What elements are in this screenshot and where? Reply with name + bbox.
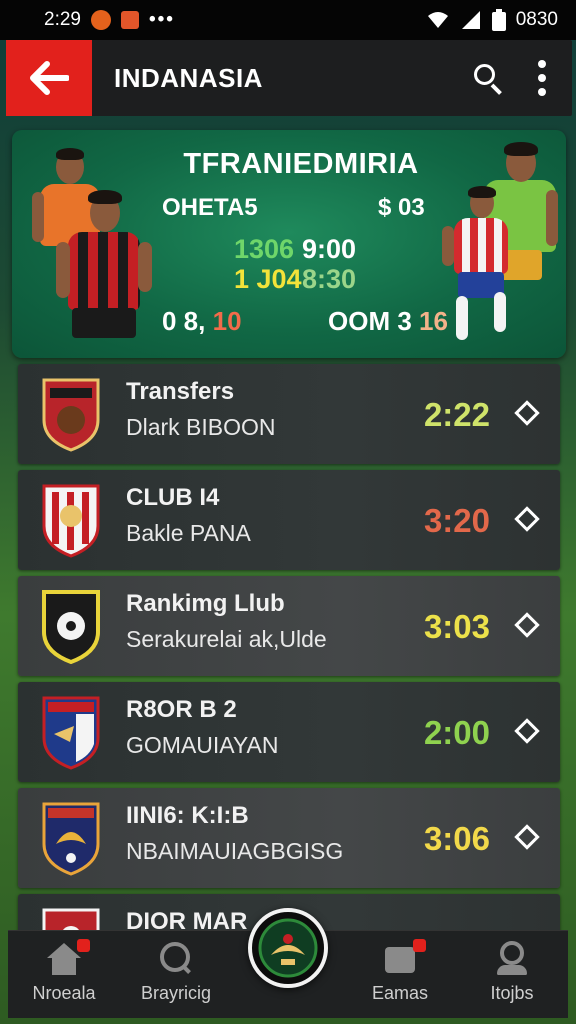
banner-bottom-left: 0 8, 10: [162, 306, 242, 337]
back-button[interactable]: [6, 40, 92, 116]
club-crest-icon: [42, 378, 100, 452]
banner-left-label: OHETA5: [162, 194, 258, 221]
nav-label: Itojbs: [490, 983, 534, 1003]
home-icon: [47, 939, 90, 975]
match-subtitle: Dlark BIBOON: [126, 414, 276, 440]
nav-label: Nroeala: [32, 983, 96, 1003]
club-crest-icon: [42, 590, 100, 664]
match-title: Transfers: [126, 378, 235, 405]
match-card[interactable]: Transfers Dlark BIBOON 2:22: [18, 364, 560, 464]
diamond-icon[interactable]: [514, 824, 540, 850]
club-crest-icon: [42, 802, 100, 876]
nav-label: Brayricig: [140, 983, 211, 1003]
diamond-icon[interactable]: [514, 718, 540, 744]
status-bar: 2:29 ••• 0830: [0, 0, 576, 40]
player-illustration-striped: [54, 190, 154, 358]
match-time: 2:22: [423, 396, 490, 433]
battery-icon: [491, 9, 506, 31]
match-title: IINI6: K:I:B: [126, 802, 249, 829]
match-title: CLUB I4: [126, 484, 220, 511]
match-time: 3:20: [423, 502, 490, 539]
banner-bottom-left-accent: 10: [212, 306, 242, 336]
banner-score-a: 1306: [234, 234, 295, 264]
player-illustration-running: [442, 186, 522, 346]
match-time: 3:03: [423, 608, 490, 645]
banner-bottom-left-main: 0 8,: [162, 306, 206, 336]
diamond-icon[interactable]: [514, 612, 540, 638]
nav-label: Eamas: [371, 983, 429, 1003]
match-time: 2:00: [423, 714, 490, 751]
nav-item-browse[interactable]: Brayricig: [120, 930, 232, 1018]
match-title: R8OR B 2: [126, 696, 237, 723]
club-crest-icon: [42, 484, 100, 558]
match-time: 3:06: [423, 820, 490, 857]
nav-item-games[interactable]: Eamas: [344, 930, 456, 1018]
profile-icon: [495, 941, 529, 975]
center-club-button[interactable]: [248, 908, 328, 988]
banner-right-label: $ 03: [378, 194, 425, 221]
featured-match-banner[interactable]: TFRANIEDMIRIA OHETA5 $ 03 1306 9:00 1 J0…: [12, 130, 566, 358]
diamond-icon[interactable]: [514, 400, 540, 426]
status-clock: 0830: [515, 9, 558, 30]
club-crest-icon: [42, 696, 100, 770]
banner-time-b: 8:30: [302, 264, 357, 294]
banner-bottom-right-main: OOM 3: [328, 306, 412, 336]
match-card[interactable]: R8OR B 2 GOMAUIAYAN 2:00: [18, 682, 560, 782]
app-title: INDANASIA: [114, 62, 263, 93]
match-subtitle: Serakurelai ak,Ulde: [126, 626, 327, 652]
more-notifications-icon: •••: [148, 9, 175, 30]
wifi-icon: [427, 12, 448, 28]
banner-score-b: 1 J04: [234, 264, 302, 294]
app-notification-icon: [120, 11, 139, 29]
nav-item-home[interactable]: Nroeala: [8, 930, 120, 1018]
match-subtitle: NBAIMAUIAGBGISG: [126, 838, 344, 864]
notification-badge: [413, 939, 426, 952]
match-title: Rankimg Llub: [126, 590, 285, 617]
overflow-menu-icon[interactable]: [538, 60, 546, 96]
diamond-icon[interactable]: [514, 506, 540, 532]
match-subtitle: Bakle PANA: [126, 520, 251, 546]
signal-icon: [461, 11, 480, 29]
match-card[interactable]: Rankimg Llub Serakurelai ak,Ulde 3:03: [18, 576, 560, 676]
banner-bottom-right-accent: 16: [419, 306, 448, 336]
notification-badge: [77, 939, 90, 952]
app-bar: INDANASIA: [6, 40, 572, 116]
banner-time-a: 9:00: [302, 234, 357, 264]
match-list: Transfers Dlark BIBOON 2:22 CLUB I4 Bakl…: [18, 364, 560, 1000]
match-subtitle: GOMAUIAYAN: [126, 732, 279, 758]
banner-bottom-right: OOM 3 16: [328, 306, 448, 337]
banner-title: TFRANIEDMIRIA: [183, 148, 419, 180]
match-card[interactable]: CLUB I4 Bakle PANA 3:20: [18, 470, 560, 570]
club-emblem-icon: [258, 918, 318, 978]
status-time: 2:29: [44, 9, 81, 30]
back-arrow-icon: [30, 61, 69, 95]
search-icon[interactable]: [472, 62, 504, 95]
games-icon: [383, 939, 426, 975]
nav-item-profile[interactable]: Itojbs: [456, 930, 568, 1018]
notification-icon: [90, 10, 111, 30]
browse-icon: [159, 941, 193, 975]
match-card[interactable]: IINI6: K:I:B NBAIMAUIAGBGISG 3:06: [18, 788, 560, 888]
